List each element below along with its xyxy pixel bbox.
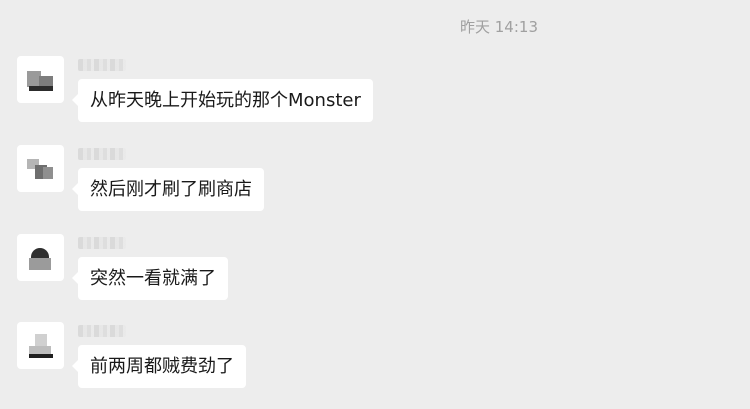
message-row: 突然一看就满了 (0, 234, 750, 314)
avatar[interactable] (17, 56, 64, 103)
message-row: 前两周都贼费劲了 (0, 322, 750, 402)
message-bubble[interactable]: 然后刚才刷了刷商店 (72, 168, 264, 211)
sender-name-blurred (78, 148, 126, 160)
message-row: 从昨天晚上开始玩的那个Monster (0, 56, 750, 136)
sender-name-blurred (78, 325, 126, 337)
avatar[interactable] (17, 322, 64, 369)
message-bubble[interactable]: 突然一看就满了 (72, 257, 228, 300)
avatar[interactable] (17, 234, 64, 281)
avatar[interactable] (17, 145, 64, 192)
message-bubble[interactable]: 前两周都贼费劲了 (72, 345, 246, 388)
sender-name-blurred (78, 59, 126, 71)
message-bubble[interactable]: 从昨天晚上开始玩的那个Monster (72, 79, 373, 122)
sender-name-blurred (78, 237, 126, 249)
chat-timestamp: 昨天 14:13 (460, 18, 538, 36)
message-row: 然后刚才刷了刷商店 (0, 145, 750, 225)
